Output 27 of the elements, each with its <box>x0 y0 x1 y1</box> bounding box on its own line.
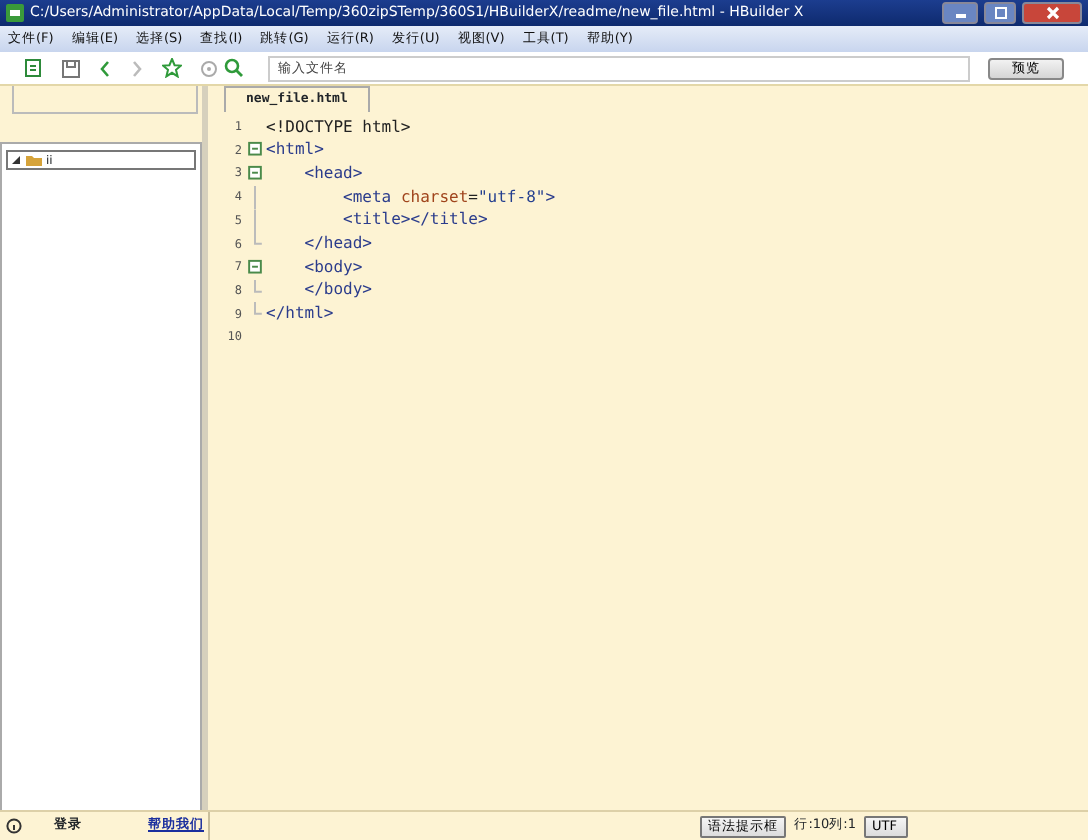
app-icon <box>6 4 24 22</box>
save-icon[interactable] <box>62 59 80 77</box>
code-line: <head> <box>302 161 363 186</box>
maximize-button[interactable] <box>984 2 1016 24</box>
collapse-icon[interactable] <box>246 255 264 280</box>
code-line: <html> <box>266 138 324 163</box>
maximize-icon <box>993 6 1007 20</box>
code-line: <title></title> <box>341 208 488 233</box>
code-line: <body> <box>302 255 363 280</box>
code-line: </html> <box>266 302 334 327</box>
code-line: </head> <box>302 232 372 257</box>
expand-arrow-icon <box>12 155 22 165</box>
minimize-button[interactable] <box>942 2 978 24</box>
file-filter-field[interactable] <box>12 86 198 114</box>
code-line: </body> <box>302 278 372 303</box>
close-button[interactable] <box>1022 2 1082 24</box>
new-file-icon[interactable] <box>24 58 44 78</box>
info-icon <box>6 818 22 834</box>
collapse-icon[interactable] <box>246 162 264 186</box>
code-line: <!DOCTYPE html> <box>266 115 411 140</box>
code-line: <meta charset="utf-8"> <box>341 185 556 210</box>
back-icon[interactable] <box>98 59 112 77</box>
search-icon[interactable] <box>224 58 246 78</box>
folder-icon <box>26 154 42 166</box>
star-icon[interactable] <box>162 58 182 78</box>
close-icon <box>1045 6 1059 20</box>
circle-icon[interactable] <box>200 59 218 77</box>
